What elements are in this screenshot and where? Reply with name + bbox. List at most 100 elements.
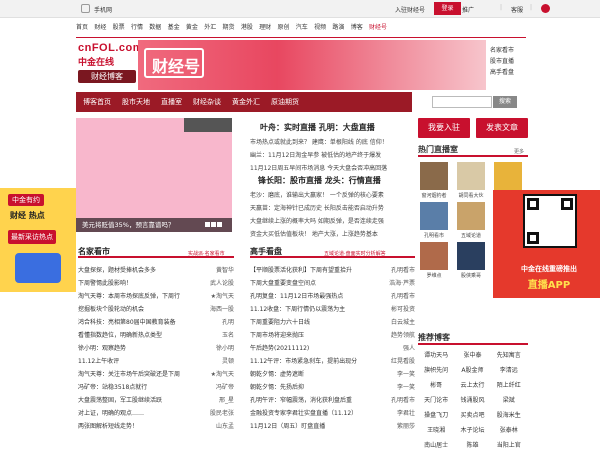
article-link[interactable]: 下周市场将迎来抛压 bbox=[250, 332, 304, 339]
list-item[interactable]: 下周警惕此股影响！ 武人论股 bbox=[78, 277, 234, 290]
author-name[interactable]: 股民老张 bbox=[210, 407, 234, 420]
mobile-link[interactable]: 手机网 bbox=[94, 5, 112, 14]
article-link[interactable]: 11.12收盘：下周行情仍以震荡为主 bbox=[250, 306, 345, 313]
blog-link[interactable]: 股海米生 bbox=[491, 408, 527, 423]
avatar[interactable] bbox=[420, 242, 448, 270]
article-link[interactable]: 下周重要阻力六十日线 bbox=[250, 319, 310, 326]
blog-link[interactable]: 操盘飞刀 bbox=[418, 408, 454, 423]
author-name[interactable]: 黄智华 bbox=[216, 264, 234, 277]
avatar-name[interactable]: 五域论道 bbox=[454, 232, 488, 239]
author-name[interactable]: 海西一股 bbox=[210, 303, 234, 316]
list-item[interactable]: 下周大盘重要变盘空间点 浩海·芦票 bbox=[250, 277, 415, 290]
list-item[interactable]: 孔明午评：窄幅震荡，消化获利盘后重 孔明看市 bbox=[250, 394, 415, 407]
author-name[interactable]: 孔明 bbox=[222, 316, 234, 329]
left-float-ad[interactable]: 中金有约 财经 热点 最新采访热点 bbox=[0, 188, 76, 292]
author-name[interactable]: 红晃看股 bbox=[391, 355, 415, 368]
article-link[interactable]: 金融投资专家李君壮实盘直播（11.12） bbox=[250, 410, 357, 417]
list-item[interactable]: 朝乾夕惕：先扬后抑 李一笑 bbox=[250, 381, 415, 394]
list-item[interactable]: 淘气天尊：本周市场探底反弹，下周行 ★淘气天 bbox=[78, 290, 234, 303]
article-link[interactable]: 挖掘板块个股轮动的机会 bbox=[78, 306, 144, 313]
list-item[interactable]: 午后趋势(20211112) 强人 bbox=[250, 342, 415, 355]
nav-item[interactable]: 路演 bbox=[332, 22, 344, 31]
section-more[interactable]: 五域论道·盘面实时分析解答 bbox=[324, 250, 386, 257]
nav-item[interactable]: 财经号 bbox=[369, 22, 387, 31]
list-item[interactable]: 11.12上午收评 灵顿 bbox=[78, 355, 234, 368]
service-link[interactable]: 客服 bbox=[511, 5, 523, 14]
blog-link[interactable]: 当阳上官 bbox=[491, 438, 527, 453]
blog-link[interactable]: 梁斌 bbox=[491, 393, 527, 408]
author-name[interactable]: 邢_星 bbox=[219, 394, 234, 407]
author-name[interactable]: 玉名 bbox=[222, 329, 234, 342]
para2-link[interactable]: 老沙：磨底，谁输出大赢家！ 一个反弹的核心要素 bbox=[250, 189, 415, 202]
blog-link[interactable]: 天门论市 bbox=[418, 393, 454, 408]
article-link[interactable]: 淘气天尊：本周市场探底反弹，下周行 bbox=[78, 293, 180, 300]
slide-dots[interactable] bbox=[204, 222, 228, 229]
promo-link[interactable]: 推广 bbox=[462, 5, 474, 14]
list-item[interactable]: 对上证，明确的观点…… 股民老张 bbox=[78, 407, 234, 420]
author-name[interactable]: 冯矿帝 bbox=[216, 381, 234, 394]
nav-item[interactable]: 基金 bbox=[168, 22, 180, 31]
nav-item[interactable]: 原创 bbox=[277, 22, 289, 31]
blog-link[interactable]: 张泰林 bbox=[491, 423, 527, 438]
list-item[interactable]: 下周重要阻力六十日线 白云城主 bbox=[250, 316, 415, 329]
list-item[interactable]: 11.12午评：市场紧急刹车，提前出现分 红晃看股 bbox=[250, 355, 415, 368]
para1-link[interactable]: 幽兰：11月12日淘金早参 被低估的地产终于爆发 bbox=[250, 149, 415, 162]
menu-item[interactable]: 博客首页 bbox=[83, 92, 111, 112]
author-name[interactable]: 山东孟 bbox=[216, 420, 234, 433]
nav-item[interactable]: 数据 bbox=[149, 22, 161, 31]
list-item[interactable]: 金融投资专家李君壮实盘直播（11.12） 李君壮 bbox=[250, 407, 415, 420]
article-link[interactable]: 下周警惕此股影响！ bbox=[78, 280, 132, 287]
nav-item[interactable]: 港股 bbox=[241, 22, 253, 31]
menu-item[interactable]: 财经杂谈 bbox=[193, 92, 221, 112]
list-item[interactable]: 看懂指数趋位，明确新热点类型 玉名 bbox=[78, 329, 234, 342]
section-more[interactable]: 更多 bbox=[514, 148, 524, 155]
author-name[interactable]: 孔明看市 bbox=[391, 290, 415, 303]
author-name[interactable]: 徐小明 bbox=[216, 342, 234, 355]
section-more[interactable]: 实战派·名家看市 bbox=[188, 250, 225, 257]
list-item[interactable]: 徐小明：观察趋势 徐小明 bbox=[78, 342, 234, 355]
article-link[interactable]: 淘气天尊：关注市场午后突破还是下周 bbox=[78, 371, 180, 378]
nav-item[interactable]: 财经 bbox=[94, 22, 106, 31]
blog-link[interactable]: 钱涌股风 bbox=[454, 393, 490, 408]
article-link[interactable]: 11月12日（周五）盯盘直播 bbox=[250, 423, 325, 430]
blog-link[interactable]: 陌上纤红 bbox=[491, 378, 527, 393]
article-link[interactable]: 下周大盘重要变盘空间点 bbox=[250, 280, 316, 287]
blog-link[interactable]: 先知寓言 bbox=[491, 348, 527, 363]
article-link[interactable]: 看懂指数趋位，明确新热点类型 bbox=[78, 332, 162, 339]
article-link[interactable]: 午后趋势(20211112) bbox=[250, 345, 309, 352]
para2-link[interactable]: 资金大买低估值板块！ 地产大涨，上涨趋势基本 bbox=[250, 228, 415, 241]
list-item[interactable]: 11月12日（周五）盯盘直播 紫丽莎 bbox=[250, 420, 415, 433]
list-item[interactable]: 大盘探探，题材受捧机会多多 黄智华 bbox=[78, 264, 234, 277]
list-item[interactable]: 冯矿帝：站稳3518点就行 冯矿帝 bbox=[78, 381, 234, 394]
list-item[interactable]: 下周市场将迎来抛压 趋势领航 bbox=[250, 329, 415, 342]
blog-link[interactable]: 云上太行 bbox=[454, 378, 490, 393]
article-link[interactable]: 冯矿帝：站稳3518点就行 bbox=[78, 384, 147, 391]
author-name[interactable]: 强人 bbox=[403, 342, 415, 355]
article-link[interactable]: 大盘探探，题材受捧机会多多 bbox=[78, 267, 156, 274]
author-name[interactable]: 孔明看市 bbox=[391, 394, 415, 407]
author-name[interactable]: 趋势领航 bbox=[391, 329, 415, 342]
article-link[interactable]: 孔明复盘：11月12日市场最强热点 bbox=[250, 293, 343, 300]
author-name[interactable]: 灵顿 bbox=[222, 355, 234, 368]
nav-item[interactable]: 外汇 bbox=[204, 22, 216, 31]
list-item[interactable]: 朝乾夕惕：虚势遮断 李一笑 bbox=[250, 368, 415, 381]
blog-link[interactable]: 旗帜先问 bbox=[418, 363, 454, 378]
author-name[interactable]: 孔明看市 bbox=[391, 264, 415, 277]
mobile-icon[interactable] bbox=[81, 4, 90, 13]
list-item[interactable]: 淘气天尊：关注市场午后突破还是下周 ★淘气天 bbox=[78, 368, 234, 381]
login-button[interactable]: 登录 bbox=[434, 2, 461, 15]
nav-item[interactable]: 期货 bbox=[223, 22, 235, 31]
article-link[interactable]: 鸿合科技：亮相第80届中国教育装备 bbox=[78, 319, 176, 326]
top-banner[interactable]: 财经号 bbox=[138, 40, 486, 90]
para1-link[interactable]: 市场热点或就此到来？ 建鹰：单根阳线 的底 信仰！ bbox=[250, 136, 415, 149]
headline-1[interactable]: 叶舟：实时直播 孔明：大盘直播 bbox=[260, 122, 375, 133]
menu-item[interactable]: 股市天地 bbox=[122, 92, 150, 112]
article-link[interactable]: 孔明午评：窄幅震荡，消化获利盘后重 bbox=[250, 397, 352, 404]
author-name[interactable]: ★淘气天 bbox=[211, 368, 234, 381]
menu-item[interactable]: 直播室 bbox=[161, 92, 182, 112]
blog-link[interactable]: 木子论坛 bbox=[454, 423, 490, 438]
author-name[interactable]: 李一笑 bbox=[397, 381, 415, 394]
blog-link[interactable]: 买卖点吧 bbox=[454, 408, 490, 423]
author-name[interactable]: 浩海·芦票 bbox=[389, 277, 415, 290]
para2-link[interactable]: 天赢苗：定海神针已成历史 长阳反击能否启动升势 bbox=[250, 202, 415, 215]
